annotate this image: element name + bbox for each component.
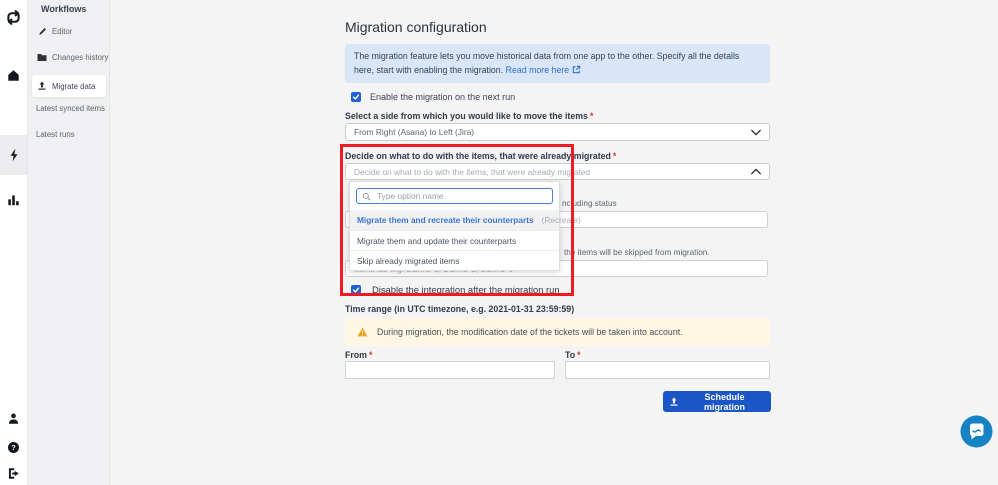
option-search-box[interactable] [356, 188, 553, 204]
search-icon [362, 192, 371, 201]
rail-account-button[interactable] [0, 406, 27, 430]
sidebar-item-changes-history[interactable]: Changes history [37, 53, 108, 62]
warning-banner: During migration, the modification date … [345, 318, 770, 346]
side-select-label: Select a side from which you would like … [345, 111, 593, 121]
enable-migration-label: Enable the migration on the next run [370, 92, 515, 102]
side-select[interactable]: From Right (Asana) to Left (Jira) [345, 123, 770, 141]
disable-integration-label: Disable the integration after the migrat… [372, 284, 560, 295]
chevron-up-icon [751, 168, 761, 175]
from-label: From* [345, 350, 372, 360]
rail-home-button[interactable] [0, 63, 27, 87]
schedule-migration-button[interactable]: Schedule migration [663, 391, 771, 412]
warning-text: During migration, the modification date … [377, 327, 683, 337]
upload-icon [37, 81, 47, 91]
warning-icon [357, 327, 368, 337]
rail-workflows-button[interactable] [0, 135, 27, 175]
required-marker: * [577, 350, 580, 360]
chevron-down-icon [751, 129, 761, 136]
rail-stats-button[interactable] [0, 188, 27, 212]
workflows-sidebar: Workflows Editor Changes history Migrate… [28, 0, 110, 485]
dropdown-option-update[interactable]: Migrate them and update their counterpar… [350, 230, 559, 250]
required-marker: * [369, 350, 372, 360]
disable-integration-row: Disable the integration after the migrat… [351, 284, 560, 295]
dropdown-option-recreate[interactable]: Migrate them and recreate their counterp… [350, 210, 559, 230]
icon-rail: ? [0, 0, 28, 485]
schedule-migration-label: Schedule migration [684, 392, 765, 412]
sidebar-item-latest-synced-items[interactable]: Latest synced items [36, 104, 105, 113]
sidebar-item-label: Changes history [52, 53, 108, 62]
info-banner: The migration feature lets you move hist… [345, 44, 770, 83]
rail-logout-button[interactable] [0, 461, 27, 485]
dropdown-option-skip[interactable]: Skip already migrated items [350, 250, 559, 270]
decide-select-placeholder: Decide on what to do with the items, tha… [354, 167, 590, 177]
rail-help-button[interactable]: ? [0, 435, 27, 459]
to-input[interactable] [565, 361, 770, 379]
decide-select-dropdown: Migrate them and recreate their counterp… [349, 181, 560, 271]
sidebar-title: Workflows [41, 4, 86, 14]
logout-icon [7, 467, 20, 480]
exalate-logo-icon [5, 9, 22, 26]
required-marker: * [590, 111, 593, 121]
user-icon [7, 412, 20, 425]
sidebar-item-migrate-data[interactable]: Migrate data [32, 75, 106, 97]
decide-select[interactable]: Decide on what to do with the items, tha… [345, 163, 770, 180]
obscured-label-fragment-skipped: the items will be skipped from migration… [564, 248, 710, 257]
from-input[interactable] [345, 361, 555, 379]
app-logo[interactable] [0, 5, 27, 29]
chat-icon [960, 415, 993, 448]
option-hint: (Recreate) [542, 215, 581, 225]
chat-launcher-button[interactable] [960, 415, 993, 448]
sidebar-item-label: Migrate data [52, 82, 95, 91]
sidebar-item-label: Latest runs [36, 130, 75, 139]
help-icon: ? [7, 441, 20, 454]
enable-migration-checkbox[interactable] [351, 92, 361, 102]
bar-chart-icon [7, 194, 20, 206]
sidebar-item-label: Editor [52, 27, 72, 36]
sidebar-item-latest-runs[interactable]: Latest runs [36, 130, 75, 139]
sidebar-item-label: Latest synced items [36, 104, 105, 113]
obscured-label-fragment-status: ncluding status [562, 199, 617, 208]
side-select-value: From Right (Asana) to Left (Jira) [354, 127, 474, 137]
lightning-icon [8, 148, 20, 162]
upload-icon [669, 397, 679, 407]
external-link-icon [572, 65, 581, 74]
enable-migration-row: Enable the migration on the next run [351, 92, 515, 102]
sidebar-item-editor[interactable]: Editor [37, 27, 72, 36]
option-search-input[interactable] [375, 190, 547, 202]
folder-icon [37, 53, 47, 62]
time-range-label: Time range (in UTC timezone, e.g. 2021-0… [345, 304, 574, 314]
pencil-icon [37, 27, 47, 36]
decide-select-label: Decide on what to do with the items, tha… [345, 151, 616, 161]
disable-integration-checkbox[interactable] [351, 285, 361, 295]
required-marker: * [613, 151, 616, 161]
to-label: To* [565, 350, 581, 360]
home-icon [7, 69, 20, 82]
read-more-link[interactable]: Read more here [506, 65, 570, 75]
page-title: Migration configuration [345, 19, 487, 35]
svg-text:?: ? [11, 444, 15, 452]
